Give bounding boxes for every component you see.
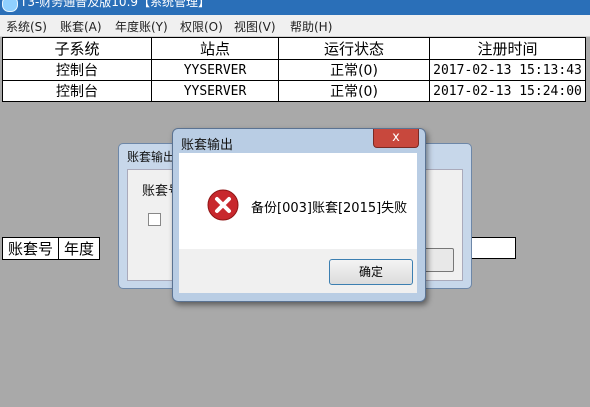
option-checkbox[interactable]: [148, 213, 161, 226]
message-box-title: 账套输出: [181, 138, 234, 153]
column-header: 站点: [151, 37, 279, 60]
window-title-bar: T3-财务通普及版10.9【系统管理】: [0, 0, 590, 15]
account-table-header: 账套号 年度: [1, 237, 101, 260]
menu-annual[interactable]: 年度账(Y): [115, 18, 168, 35]
table-row[interactable]: 控制台 YYSERVER 正常(0) 2017-02-13 15:13:43: [2, 59, 586, 81]
account-table-header-tail: [470, 237, 516, 259]
menu-permission[interactable]: 权限(O): [180, 18, 223, 35]
table-cell: 2017-02-13 15:13:43: [429, 59, 586, 81]
menu-bar: 系统(S) 账套(A) 年度账(Y) 权限(O) 视图(V) 帮助(H): [0, 15, 590, 37]
close-button[interactable]: x: [373, 129, 419, 148]
menu-system[interactable]: 系统(S): [6, 18, 47, 35]
background-dialog-title: 账套输出: [127, 150, 176, 164]
table-cell: 控制台: [2, 80, 152, 102]
error-icon: [207, 189, 239, 221]
subsystem-table: 子系统 站点 运行状态 注册时间 控制台 YYSERVER 正常(0) 2017…: [2, 37, 586, 102]
menu-view[interactable]: 视图(V): [234, 18, 276, 35]
table-cell: 正常(0): [278, 80, 430, 102]
column-header: 账套号: [1, 237, 60, 260]
menu-account[interactable]: 账套(A): [60, 18, 102, 35]
column-header: 注册时间: [429, 37, 586, 60]
error-message-box: 账套输出 x 备份[003]账套[2015]失败 确定: [172, 128, 426, 302]
error-message-text: 备份[003]账套[2015]失败: [251, 201, 408, 216]
table-cell: 正常(0): [278, 59, 430, 81]
ok-button[interactable]: 确定: [329, 259, 413, 285]
window-title: T3-财务通普及版10.9【系统管理】: [20, 0, 211, 9]
table-header-row: 子系统 站点 运行状态 注册时间: [2, 37, 586, 60]
menu-help[interactable]: 帮助(H): [290, 18, 332, 35]
message-box-body: 备份[003]账套[2015]失败: [179, 153, 417, 249]
column-header: 子系统: [2, 37, 152, 60]
column-header: 年度: [58, 237, 101, 260]
table-cell: 控制台: [2, 59, 152, 81]
column-header: 运行状态: [278, 37, 430, 60]
table-cell: 2017-02-13 15:24:00: [429, 80, 586, 102]
table-cell: YYSERVER: [151, 59, 279, 81]
table-cell: YYSERVER: [151, 80, 279, 102]
app-icon: [2, 0, 18, 12]
table-row[interactable]: 控制台 YYSERVER 正常(0) 2017-02-13 15:24:00: [2, 80, 586, 102]
message-box-footer: 确定: [179, 249, 417, 293]
